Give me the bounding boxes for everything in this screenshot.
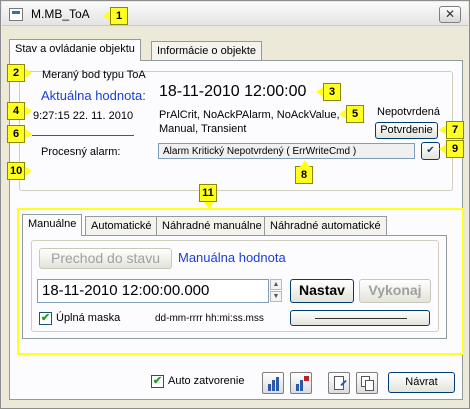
timestamp: 9:27:15 22. 11. 2010 (33, 110, 134, 122)
app-window-icon (9, 8, 23, 21)
callout-7: 7 (439, 121, 464, 139)
callout-6: 6 (7, 125, 32, 143)
chart-icon[interactable] (262, 372, 284, 394)
callout-2: 2 (7, 64, 32, 82)
window-title: M.MB_ToA (31, 7, 90, 21)
process-alarm-field[interactable]: Alarm Kritický Nepotvrdený ( ErrWriteCmd… (158, 143, 415, 159)
tab-manual[interactable]: Manuálne (22, 214, 83, 236)
ack-status: Nepotvrdená (377, 106, 440, 118)
flags-line-1: PrAlCrit, NoAckPAlarm, NoAckValue, (159, 109, 340, 121)
actual-value: 18-11-2010 12:00:00 (159, 83, 307, 100)
callout-8: 8 (295, 160, 313, 184)
callout-5: 5 (339, 105, 364, 123)
callout-4: 4 (7, 102, 32, 120)
process-alarm-label: Procesný alarm: (41, 146, 121, 158)
auto-close-label: Auto zatvorenie (168, 375, 245, 387)
auto-close-checkbox[interactable]: ✔ (151, 375, 164, 388)
callout-1: 1 (103, 7, 128, 25)
alarm-ack-check-button[interactable]: ✔ (421, 142, 440, 160)
callout-9: 9 (439, 140, 464, 158)
confirm-button[interactable]: Potvrdenie (375, 122, 438, 139)
title-bar[interactable]: M.MB_ToA ✕ (2, 2, 468, 26)
close-button[interactable]: ✕ (439, 6, 461, 23)
separator-line (32, 135, 134, 136)
copy-icon[interactable] (356, 372, 378, 394)
tab-status-control[interactable]: Stav a ovládanie objektu (9, 39, 141, 61)
object-name-label: Meraný bod typu ToA (42, 69, 146, 81)
callout-11: 11 (199, 184, 217, 209)
chart-add-icon[interactable] (290, 372, 312, 394)
tab-object-info[interactable]: Informácie o objekte (151, 41, 263, 61)
back-button[interactable]: Návrat (388, 372, 455, 393)
flags-line-2: Manual, Transient (159, 123, 247, 135)
actual-value-label: Aktuálna hodnota: (41, 88, 146, 103)
edit-document-icon[interactable] (328, 372, 350, 394)
highlight-frame-11 (17, 208, 464, 355)
callout-3: 3 (316, 83, 341, 101)
object-dialog: M.MB_ToA ✕ 1 Stav a ovládanie objektu In… (0, 0, 470, 409)
callout-10: 10 (7, 162, 33, 180)
